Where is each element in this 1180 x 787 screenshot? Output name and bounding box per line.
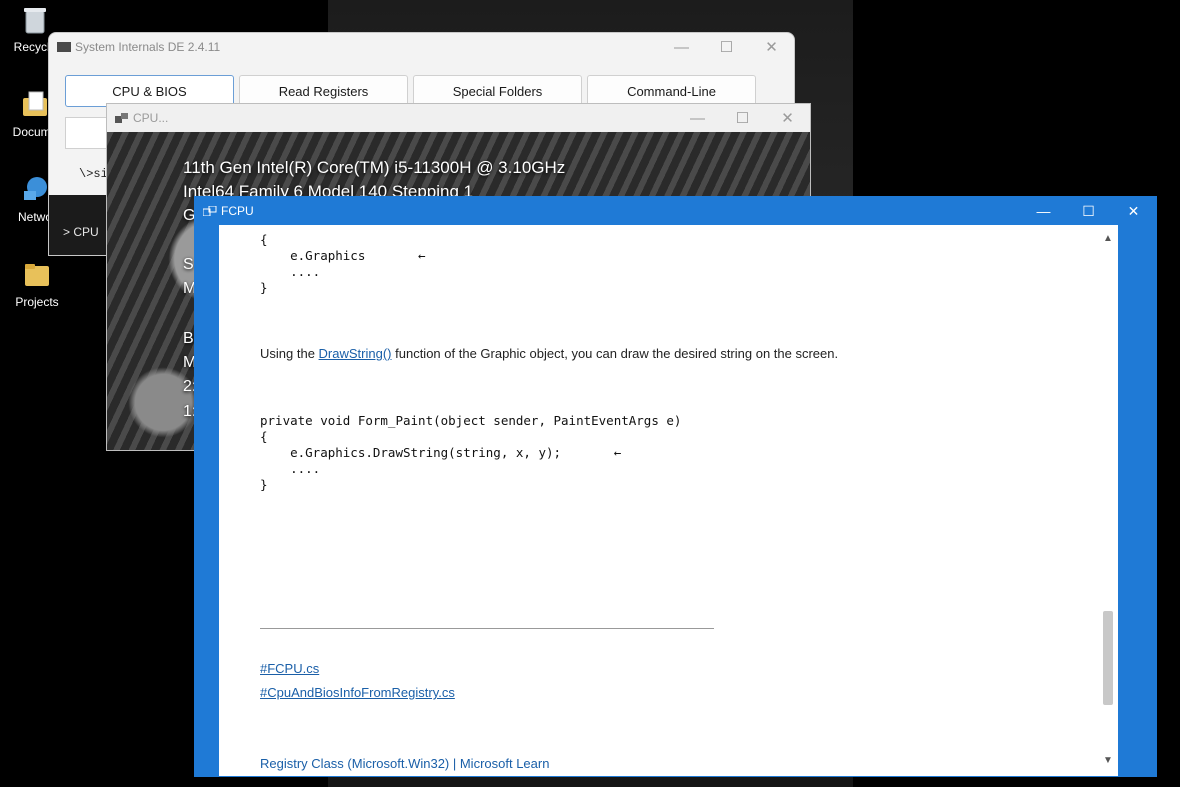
scroll-down-icon[interactable]: ▼: [1100, 755, 1116, 766]
window-title: System Internals DE 2.4.11: [75, 40, 221, 54]
close-button[interactable]: ✕: [749, 38, 794, 56]
window-title: FCPU: [221, 204, 254, 218]
hashtag-link[interactable]: #FCPU.cs: [260, 661, 319, 676]
folder-icon: [25, 264, 49, 286]
command-text: \>si: [79, 167, 108, 181]
network-icon: [24, 177, 47, 200]
scroll-up-icon[interactable]: ▲: [1100, 233, 1116, 244]
maximize-button[interactable]: ☐: [704, 38, 749, 56]
drawstring-link[interactable]: DrawString(): [319, 346, 392, 361]
paragraph: Using the DrawString() function of the G…: [260, 346, 838, 361]
scroll-thumb[interactable]: [1103, 611, 1113, 705]
right-border: [1118, 225, 1156, 776]
hashtag-link[interactable]: #CpuAndBiosInfoFromRegistry.cs: [260, 685, 455, 700]
title-bar[interactable]: System Internals DE 2.4.11 — ☐ ✕: [49, 33, 794, 61]
title-bar[interactable]: CPU... — ☐ ✕: [107, 104, 810, 132]
registry-class-link[interactable]: Registry Class (Microsoft.Win32) | Micro…: [260, 756, 549, 771]
paragraph-text: function of the Graphic object, you can …: [391, 346, 839, 361]
hashtag-link-text[interactable]: #CpuAndBiosInfoFromRegistry.cs: [260, 685, 455, 700]
window-title: CPU...: [133, 111, 169, 125]
left-border: [195, 225, 219, 776]
desktop-icon-label: Projects: [15, 295, 59, 309]
minimize-button[interactable]: —: [675, 110, 720, 127]
documents-folder-icon: [23, 91, 47, 116]
code-block: { e.Graphics ← .... }: [260, 232, 426, 295]
document-content: { e.Graphics ← .... } Using the DrawStri…: [219, 225, 1118, 776]
vertical-scrollbar[interactable]: ▲ ▼: [1100, 233, 1116, 766]
app-icon: [203, 206, 217, 216]
app-icon: [115, 113, 128, 123]
minimize-button[interactable]: —: [659, 39, 704, 56]
terminal-icon: [57, 42, 71, 52]
cpu-text-fragment: S: [183, 256, 194, 273]
code-block: private void Form_Paint(object sender, P…: [260, 413, 682, 492]
fcpu-window: FCPU — ☐ ✕ { e.Graphics ← .... } Using t…: [194, 196, 1157, 777]
desktop-icon-projects[interactable]: Projects: [2, 260, 72, 309]
close-button[interactable]: ✕: [765, 109, 810, 127]
hashtag-link-text[interactable]: #FCPU.cs: [260, 661, 319, 676]
title-bar[interactable]: FCPU — ☐ ✕: [195, 197, 1156, 225]
maximize-button[interactable]: ☐: [1066, 203, 1111, 220]
recycle-bin-icon: [24, 8, 46, 34]
cpu-text-fragment: B: [183, 330, 194, 347]
sys-input-box[interactable]: [65, 117, 107, 149]
cpu-name-text: 11th Gen Intel(R) Core(TM) i5-11300H @ 3…: [183, 158, 566, 177]
maximize-button[interactable]: ☐: [720, 109, 765, 127]
tree-item-cpu[interactable]: > CPU: [63, 225, 99, 239]
close-button[interactable]: ✕: [1111, 203, 1156, 220]
minimize-button[interactable]: —: [1021, 203, 1066, 219]
divider: [260, 628, 714, 629]
paragraph-text: Using the: [260, 346, 319, 361]
